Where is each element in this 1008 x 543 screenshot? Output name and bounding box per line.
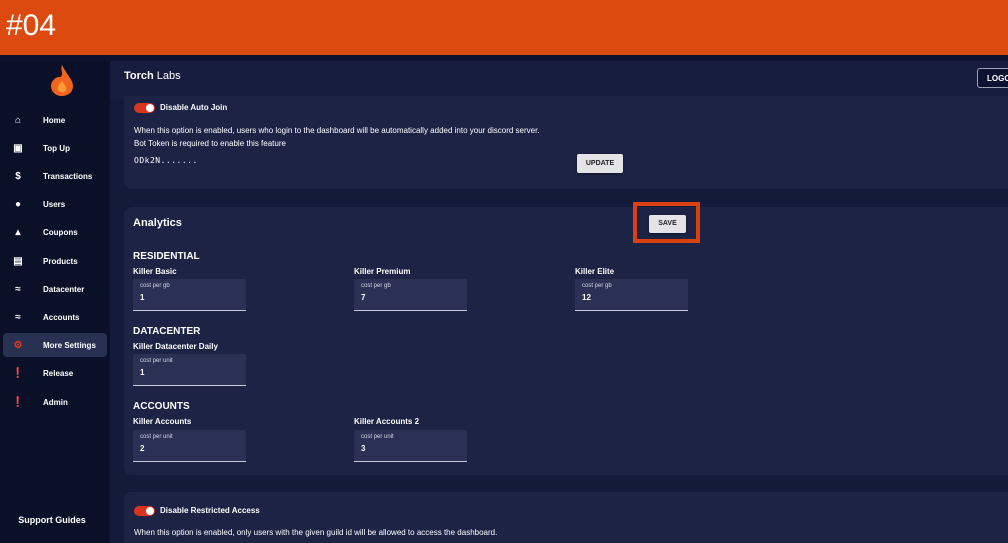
killer-accounts-cost-input[interactable]: cost per unit 2 [133, 430, 246, 462]
sidebar-item-users[interactable]: ● Users [3, 192, 107, 216]
residential-title: RESIDENTIAL [133, 251, 200, 262]
analytics-panel: Analytics SAVE RESIDENTIAL Killer Basic … [124, 207, 1008, 475]
sidebar-item-label: Datacenter [43, 284, 85, 294]
disable-auto-join-toggle[interactable] [134, 103, 155, 113]
killer-datacenter-daily-cost-input[interactable]: cost per unit 1 [133, 354, 246, 386]
analytics-title: Analytics [133, 217, 182, 229]
brand-name: Torch Labs [124, 70, 181, 82]
sidebar-item-products[interactable]: ▤ Products [3, 249, 107, 273]
sidebar-item-admin[interactable]: ❗ Admin [3, 390, 107, 414]
sidebar-item-label: Accounts [43, 312, 80, 322]
killer-elite-label: Killer Elite [575, 267, 615, 276]
logout-button[interactable]: LOGOUT [977, 68, 1008, 88]
killer-elite-cost-input[interactable]: cost per gb 12 [575, 279, 688, 311]
briefcase-icon: ▤ [13, 255, 23, 267]
sidebar-item-transactions[interactable]: $ Transactions [3, 164, 107, 188]
home-icon: ⌂ [14, 114, 22, 126]
sidebar-item-label: Coupons [43, 227, 78, 237]
gear-icon: ⚙ [13, 339, 23, 351]
bot-token-value[interactable]: ODk2N....... [134, 156, 198, 165]
restricted-access-description: When this option is enabled, only users … [134, 528, 498, 537]
sidebar-item-label: Home [43, 115, 66, 125]
restricted-access-panel: Disable Restricted Access When this opti… [124, 492, 1008, 543]
top-bar: Torch Labs LOGOUT [110, 61, 1008, 98]
killer-premium-label: Killer Premium [354, 267, 411, 276]
step-banner: #04 [0, 0, 1008, 55]
killer-basic-cost-input[interactable]: cost per gb 1 [133, 279, 246, 311]
accounts-title: ACCOUNTS [133, 401, 190, 412]
wifi-icon: ≈ [15, 283, 21, 295]
wallet-icon: ▣ [13, 142, 23, 154]
dollar-icon: $ [15, 170, 21, 182]
sidebar-item-label: Users [43, 199, 66, 209]
killer-datacenter-daily-label: Killer Datacenter Daily [133, 342, 218, 351]
disable-restricted-access-toggle[interactable] [134, 506, 155, 516]
sidebar: ⌂ Home ▣ Top Up $ Transactions ● Users ▴… [0, 61, 110, 543]
user-icon: ● [14, 198, 22, 210]
save-highlight-box [633, 202, 700, 243]
sidebar-item-label: Release [43, 368, 74, 378]
bot-token-note: Bot Token is required to enable this fea… [134, 139, 286, 148]
update-button[interactable]: UPDATE [577, 154, 623, 173]
sidebar-item-coupons[interactable]: ▴ Coupons [3, 220, 107, 244]
support-guides-link[interactable]: Support Guides [0, 515, 104, 525]
sidebar-item-accounts[interactable]: ≈ Accounts [3, 305, 107, 329]
killer-accounts-label: Killer Accounts [133, 417, 192, 426]
alert-icon: ❗ [11, 367, 25, 379]
auto-join-panel: Disable Auto Join When this option is en… [124, 96, 1008, 189]
auto-join-description: When this option is enabled, users who l… [134, 126, 540, 135]
sidebar-item-datacenter[interactable]: ≈ Datacenter [3, 277, 107, 301]
sidebar-item-label: More Settings [43, 340, 96, 350]
sidebar-item-release[interactable]: ❗ Release [3, 361, 107, 385]
sidebar-item-home[interactable]: ⌂ Home [3, 108, 107, 132]
wifi-icon: ≈ [15, 311, 21, 323]
sidebar-item-more-settings[interactable]: ⚙ More Settings [3, 333, 107, 357]
killer-premium-cost-input[interactable]: cost per gb 7 [354, 279, 467, 311]
datacenter-title: DATACENTER [133, 326, 201, 337]
sidebar-item-label: Admin [43, 397, 68, 407]
auto-join-toggle-label: Disable Auto Join [160, 103, 228, 112]
restricted-access-toggle-label: Disable Restricted Access [160, 506, 260, 515]
flame-logo-icon [51, 65, 73, 96]
sidebar-item-top-up[interactable]: ▣ Top Up [3, 136, 107, 160]
sidebar-item-label: Top Up [43, 143, 70, 153]
killer-accounts-2-label: Killer Accounts 2 [354, 417, 420, 426]
killer-basic-label: Killer Basic [133, 267, 177, 276]
killer-accounts-2-cost-input[interactable]: cost per unit 3 [354, 430, 467, 462]
alert-icon: ❗ [11, 396, 25, 408]
sidebar-item-label: Transactions [43, 171, 93, 181]
sidebar-item-label: Products [43, 256, 78, 266]
coupon-icon: ▴ [15, 226, 21, 238]
